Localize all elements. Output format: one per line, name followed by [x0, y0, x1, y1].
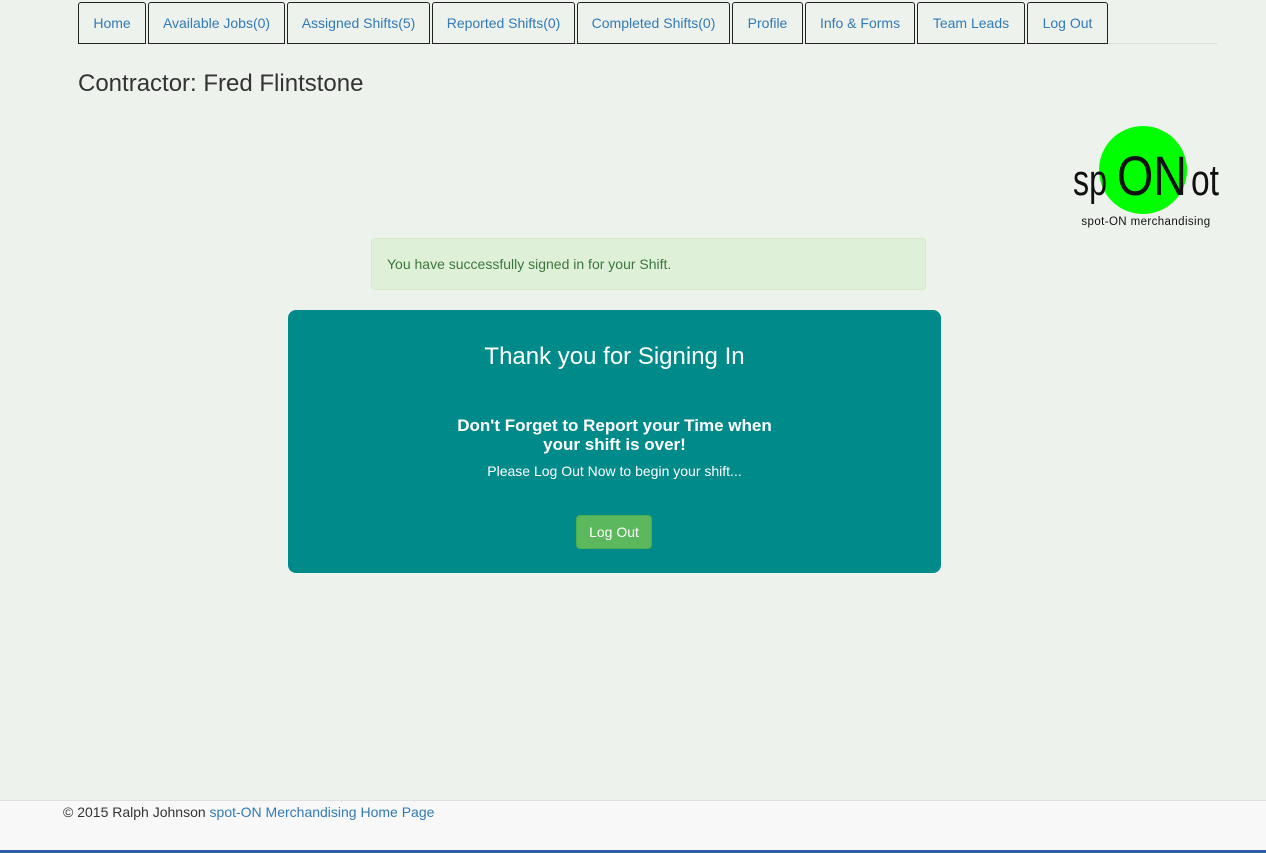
tab-reported-shifts[interactable]: Reported Shifts(0): [432, 2, 575, 44]
logo-left-text: sp: [1073, 156, 1107, 205]
signin-confirmation-panel: Thank you for Signing In Don't Forget to…: [288, 310, 941, 573]
tab-available-jobs[interactable]: Available Jobs(0): [148, 2, 285, 44]
tab-assigned-shifts[interactable]: Assigned Shifts(5): [287, 2, 430, 44]
copyright-text: © 2015 Ralph Johnson: [63, 804, 206, 820]
footer-text: © 2015 Ralph Johnson spot-ON Merchandisi…: [63, 804, 434, 820]
logo-circle-text: ON: [1117, 144, 1187, 207]
spoton-logo: sp ON ot spot-ON merchandising: [1072, 124, 1220, 230]
success-alert: You have successfully signed in for your…: [371, 238, 926, 290]
logout-instruction: Please Log Out Now to begin your shift..…: [487, 463, 742, 479]
tab-log-out[interactable]: Log Out: [1027, 2, 1108, 44]
tab-profile[interactable]: Profile: [732, 2, 803, 44]
footer: © 2015 Ralph Johnson spot-ON Merchandisi…: [0, 800, 1266, 853]
main-nav-tabs: Home Available Jobs(0) Assigned Shifts(5…: [78, 2, 1217, 44]
report-time-reminder: Don't Forget to Report your Time when yo…: [457, 416, 772, 454]
logo-right-text: ot: [1191, 156, 1219, 205]
log-out-button[interactable]: Log Out: [576, 515, 652, 549]
page-title: Contractor: Fred Flintstone: [78, 70, 364, 97]
tab-home[interactable]: Home: [78, 2, 146, 44]
home-page-link[interactable]: spot-ON Merchandising Home Page: [210, 804, 435, 820]
tab-info-forms[interactable]: Info & Forms: [805, 2, 915, 44]
tab-team-leads[interactable]: Team Leads: [917, 2, 1025, 44]
tab-completed-shifts[interactable]: Completed Shifts(0): [577, 2, 730, 44]
logo-tagline: spot-ON merchandising: [1081, 216, 1210, 228]
panel-heading: Thank you for Signing In: [484, 343, 745, 370]
